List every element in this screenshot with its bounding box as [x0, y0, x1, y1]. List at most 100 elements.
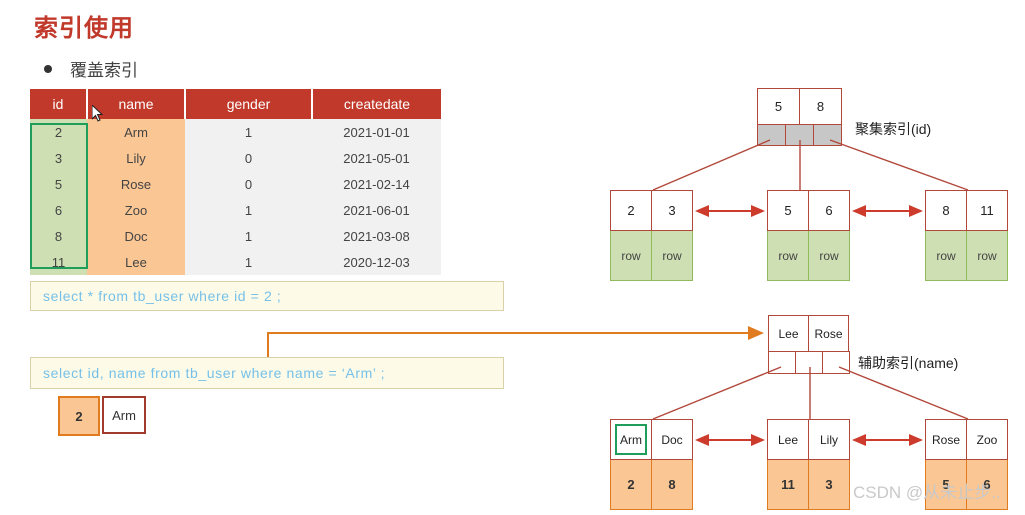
cell-gender: 0: [185, 171, 312, 197]
cell-gender: 1: [185, 223, 312, 249]
leaf-keys: 5 6: [767, 190, 850, 231]
clustered-root-keys: 5 8: [757, 88, 842, 125]
cell-id: 5: [30, 171, 87, 197]
leaf-keys: Arm Doc: [610, 419, 693, 460]
sql-to-secondary-connector: [267, 326, 764, 357]
clustered-root-node: 5 8: [757, 88, 842, 146]
table-row: 8 Doc 1 2021-03-08: [30, 223, 441, 249]
leaf-value: row: [808, 230, 850, 281]
table-row: 6 Zoo 1 2021-06-01: [30, 197, 441, 223]
csdn-watermark: CSDN @从未止步..: [853, 483, 1001, 502]
cell-name: Lee: [87, 249, 185, 275]
secondary-root-node: Lee Rose: [768, 315, 850, 374]
cell-createdate: 2021-03-08: [312, 223, 441, 249]
clustered-index-label: 聚集索引(id): [855, 121, 932, 137]
leaf-keys: 8 11: [925, 190, 1008, 231]
leaf-value: 8: [651, 459, 693, 510]
secondary-leaf-node-1: Arm Doc 2 8: [610, 419, 693, 510]
page-title: 索引使用: [34, 15, 134, 42]
cell-name: Lily: [87, 145, 185, 171]
secondary-root-pointers: [768, 351, 850, 374]
leaf-value: row: [767, 230, 809, 281]
cell-id: 2: [30, 119, 87, 145]
leaf-key: 8: [925, 190, 967, 231]
cell-name: Zoo: [87, 197, 185, 223]
cell-gender: 1: [185, 249, 312, 275]
table-row: 5 Rose 0 2021-02-14: [30, 171, 441, 197]
cell-id: 3: [30, 145, 87, 171]
secondary-leaf-node-2: Lee Lily 11 3: [767, 419, 850, 510]
cell-gender: 0: [185, 145, 312, 171]
pointer-cell: [757, 124, 786, 146]
leaf-keys: Rose Zoo: [925, 419, 1008, 460]
cell-createdate: 2021-02-14: [312, 171, 441, 197]
leaf-values: 11 3: [767, 459, 850, 510]
leaf-values: 2 8: [610, 459, 693, 510]
secondary-root-key: Rose: [808, 315, 849, 352]
table-row: 11 Lee 1 2020-12-03: [30, 249, 441, 275]
pointer-cell: [822, 351, 850, 374]
clustered-leaf-node-3: 8 11 row row: [925, 190, 1008, 281]
cell-createdate: 2021-01-01: [312, 119, 441, 145]
leaf-values: row row: [925, 230, 1008, 281]
key-highlight-box: [615, 424, 647, 455]
sql-statement-2[interactable]: select id, name from tb_user where name …: [30, 357, 504, 389]
leaf-key: Lee: [767, 419, 809, 460]
leaf-key: 3: [651, 190, 693, 231]
leaf-value: 11: [767, 459, 809, 510]
secondary-tree-links: [652, 366, 969, 420]
table-row: 3 Lily 0 2021-05-01: [30, 145, 441, 171]
bullet-label: 覆盖索引: [70, 61, 138, 80]
leaf-key: 2: [610, 190, 652, 231]
pointer-cell: [813, 124, 842, 146]
leaf-key: 6: [808, 190, 850, 231]
cell-id: 8: [30, 223, 87, 249]
cell-gender: 1: [185, 197, 312, 223]
column-header-gender[interactable]: gender: [185, 89, 313, 119]
leaf-value: row: [651, 230, 693, 281]
leaf-key: Zoo: [966, 419, 1008, 460]
slide-canvas: 索引使用 覆盖索引 id name gender createdate 2 Ar…: [0, 0, 1025, 515]
leaf-key: Lily: [808, 419, 850, 460]
cell-createdate: 2021-06-01: [312, 197, 441, 223]
clustered-leaf-node-1: 2 3 row row: [610, 190, 693, 281]
pointer-cell: [785, 124, 814, 146]
column-header-id[interactable]: id: [30, 89, 88, 119]
clustered-tree-links: [652, 139, 969, 191]
leaf-value: row: [610, 230, 652, 281]
bullet-row: 覆盖索引: [44, 56, 138, 81]
pointer-cell: [768, 351, 796, 374]
leaf-value: 2: [610, 459, 652, 510]
bullet-dot-icon: [44, 64, 52, 73]
cell-gender: 1: [185, 119, 312, 145]
leaf-key: 5: [767, 190, 809, 231]
clustered-leaf-node-2: 5 6 row row: [767, 190, 850, 281]
leaf-key: Rose: [925, 419, 967, 460]
result-cell-name: Arm: [102, 396, 146, 434]
column-header-createdate[interactable]: createdate: [312, 89, 441, 119]
leaf-values: row row: [767, 230, 850, 281]
leaf-keys: Lee Lily: [767, 419, 850, 460]
mouse-cursor-icon: [92, 105, 104, 122]
leaf-key-highlighted: Arm: [610, 419, 652, 460]
pointer-cell: [795, 351, 823, 374]
cell-id: 11: [30, 249, 87, 275]
secondary-root-keys: Lee Rose: [768, 315, 850, 352]
leaf-keys: 2 3: [610, 190, 693, 231]
clustered-root-key: 8: [799, 88, 842, 125]
leaf-value: row: [925, 230, 967, 281]
result-cell-id: 2: [58, 396, 100, 436]
cell-createdate: 2021-05-01: [312, 145, 441, 171]
leaf-value: row: [966, 230, 1008, 281]
clustered-root-key: 5: [757, 88, 800, 125]
leaf-key: 11: [966, 190, 1008, 231]
clustered-root-pointers: [757, 124, 842, 146]
cell-createdate: 2020-12-03: [312, 249, 441, 275]
secondary-root-key: Lee: [768, 315, 809, 352]
sql-statement-1[interactable]: select * from tb_user where id = 2 ;: [30, 281, 504, 311]
leaf-values: row row: [610, 230, 693, 281]
cell-name: Doc: [87, 223, 185, 249]
leaf-key: Doc: [651, 419, 693, 460]
leaf-value: 3: [808, 459, 850, 510]
secondary-index-label: 辅助索引(name): [858, 355, 959, 371]
